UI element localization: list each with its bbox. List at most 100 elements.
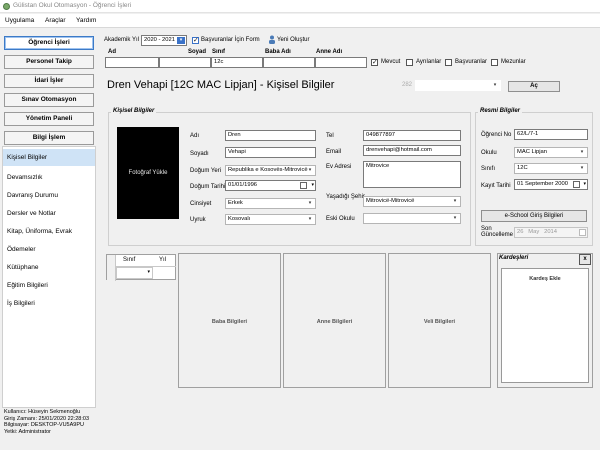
dogum-tarihi-picker[interactable]: 01/01/1996 ▾ <box>225 180 316 191</box>
uyruk-label: Uyruk <box>190 217 206 223</box>
sidebar-item-is-bilgileri[interactable]: İş Bilgileri <box>3 295 95 312</box>
col-anne-adi: Anne Adı <box>316 49 343 55</box>
anne-panel[interactable]: Anne Bilgileri <box>283 253 386 388</box>
mevcut-label: Mevcut <box>381 59 401 65</box>
akademik-label: Akademik <box>104 37 131 43</box>
menu-uygulama[interactable]: Uygulama <box>5 17 34 24</box>
kayit-tarihi-picker[interactable]: 01 September 2000 ▾ <box>514 179 588 190</box>
app-icon <box>3 3 10 10</box>
eski-okulu-label: Eski Okulu <box>326 216 355 222</box>
student-title: Dren Vehapi [12C MAC Lipjan] - Kişisel B… <box>107 79 335 91</box>
search-ad-input[interactable] <box>105 57 159 68</box>
chevron-down-icon: ▾ <box>493 82 497 88</box>
user-add-icon[interactable] <box>268 35 276 44</box>
photo-upload-area[interactable]: Fotoğraf Yükle <box>117 127 179 219</box>
sidebar-item-davranis-durumu[interactable]: Davranış Durumu <box>3 187 95 204</box>
chevron-down-icon: ▾ <box>453 215 457 221</box>
kardes-ekle-button[interactable]: Kardeş Ekle <box>502 276 588 282</box>
module-idari-isler-button[interactable]: İdari İşler <box>4 74 94 88</box>
sinifi-label: Sınıfı <box>481 166 496 172</box>
sidebar-item-devamsizlik[interactable]: Devamsızlık <box>3 169 95 186</box>
dogum-tarihi-label: Doğum Tarihi <box>190 184 226 190</box>
search-soyad-input[interactable] <box>159 57 211 68</box>
module-bilgi-islem-button[interactable]: Bilgi İşlem <box>4 131 94 145</box>
open-button[interactable]: Aç <box>508 81 560 92</box>
ad-field[interactable]: Dren <box>225 130 316 141</box>
ev-adresi-field[interactable]: Mitrovice <box>363 161 461 188</box>
user-name: Kullanıcı: Hüseyin Sekmenoğlu <box>4 409 81 415</box>
col-soyad: Soyad <box>188 49 207 55</box>
menu-bar: Uygulama Araçlar Yardım <box>0 14 600 28</box>
soyad-field[interactable]: Vehapi <box>225 147 316 158</box>
soyad-label: Soyadı <box>190 151 209 157</box>
uyruk-select[interactable]: Kosovalı ▾ <box>225 214 316 225</box>
module-yonetim-paneli-button[interactable]: Yönetim Paneli <box>4 112 94 126</box>
module-personel-takip-button[interactable]: Personel Takip <box>4 55 94 69</box>
year-select[interactable]: 2020 - 2021 ▾ <box>141 35 187 46</box>
cinsiyet-select[interactable]: Erkek ▾ <box>225 198 316 209</box>
ogrenci-no-field[interactable]: 62/L/7-1 <box>514 129 588 140</box>
sidebar-list: Kişisel Bilgiler Devamsızlık Davranış Du… <box>2 146 96 408</box>
chevron-down-icon: ▾ <box>580 165 584 171</box>
search-sinif-input[interactable]: 12c <box>211 57 263 68</box>
yeni-olustur-button[interactable]: Yeni Oluştur <box>277 37 309 43</box>
sinif-cell-select[interactable]: ▾ <box>116 267 153 279</box>
dogum-yeri-select[interactable]: Republika e Kosovës-Mitrovicë ▾ <box>225 165 316 176</box>
official-info-title: Resmi Bilgiler <box>478 108 523 114</box>
module-ogrenci-isleri-button[interactable]: Öğrenci İşleri <box>4 36 94 50</box>
ayrilanlar-checkbox[interactable] <box>406 59 413 66</box>
yasadigi-sehir-label: Yaşadığı Şehir <box>326 194 365 200</box>
calendar-icon <box>579 229 586 236</box>
yasadigi-sehir-select[interactable]: Mitrovicë-Mitrovicë ▾ <box>363 196 461 207</box>
email-field[interactable]: drenvehapi@hotmail.com <box>363 145 461 156</box>
student-count: 282 <box>402 82 413 88</box>
okulu-select[interactable]: MAC Lipjan ▾ <box>514 147 588 158</box>
user-role: Yetki: Administrator <box>4 428 51 435</box>
dogum-yeri-label: Doğum Yeri <box>190 168 222 174</box>
menu-yardim[interactable]: Yardım <box>76 17 96 24</box>
sidebar-item-kutuphane[interactable]: Kütüphane <box>3 259 95 276</box>
row-header <box>107 255 116 281</box>
eski-okulu-select[interactable]: ▾ <box>363 213 461 224</box>
eschool-button[interactable]: e-School Giriş Bilgileri <box>481 210 587 222</box>
menu-araclar[interactable]: Araçlar <box>45 17 66 24</box>
sidebar-item-kisisel-bilgiler[interactable]: Kişisel Bilgiler <box>3 149 95 166</box>
window-title: Gülistan Okul Otomasyon - Öğrenci İşleri <box>13 2 132 9</box>
tel-label: Tel <box>326 133 334 139</box>
cinsiyet-label: Cinsiyet <box>190 201 212 207</box>
sidebar-item-egitim-bilgileri[interactable]: Eğitim Bilgileri <box>3 277 95 294</box>
sidebar-item-odemeler[interactable]: Ödemeler <box>3 241 95 258</box>
search-baba-adi-input[interactable] <box>263 57 315 68</box>
calendar-icon <box>300 182 307 189</box>
sinifi-select[interactable]: 12C ▾ <box>514 163 588 174</box>
veli-panel[interactable]: Veli Bilgileri <box>388 253 491 388</box>
tel-field[interactable]: 049877897 <box>363 130 461 141</box>
basvuru-form-checkbox[interactable] <box>192 36 199 44</box>
veli-panel-label: Veli Bilgileri <box>423 319 456 325</box>
mezunlar-label: Mezunlar <box>501 59 526 65</box>
col-ad: Ad <box>108 49 116 55</box>
class-history-grid[interactable]: Sınıf Yıl ▾ <box>106 254 176 281</box>
siblings-title: Kardeşleri <box>499 255 529 261</box>
search-anne-adi-input[interactable] <box>315 57 367 68</box>
col-baba-adi: Baba Adı <box>265 49 291 55</box>
user-info: Kullanıcı: Hüseyin Sekmenoğlu Giriş Zama… <box>4 409 89 435</box>
okulu-label: Okulu <box>481 150 497 156</box>
sidebar-item-dersler-ve-notlar[interactable]: Dersler ve Notlar <box>3 205 95 222</box>
ayrilanlar-label: Ayrılanlar <box>416 59 442 65</box>
col-sinif-header: Sınıf <box>123 257 136 263</box>
sidebar-item-kitap-uniforma-evrak[interactable]: Kitap, Üniforma, Evrak <box>3 223 95 240</box>
col-yil-header: Yıl <box>159 257 167 263</box>
siblings-list[interactable]: Kardeş Ekle <box>501 268 589 383</box>
title-bar: Gülistan Okul Otomasyon - Öğrenci İşleri <box>0 0 600 13</box>
mezunlar-checkbox[interactable] <box>491 59 498 66</box>
module-sinav-otomasyon-button[interactable]: Sınav Otomasyon <box>4 93 94 107</box>
mevcut-checkbox[interactable] <box>371 58 378 66</box>
siblings-close-button[interactable]: x <box>579 254 591 265</box>
basvuranlar-label: Başvuranlar <box>455 59 488 65</box>
basvuranlar-checkbox[interactable] <box>445 59 452 66</box>
chevron-down-icon: ▾ <box>453 198 457 204</box>
student-search-select[interactable]: ▾ <box>415 80 501 91</box>
baba-panel[interactable]: Baba Bilgileri <box>178 253 281 388</box>
col-sinif: Sınıf <box>212 49 225 55</box>
